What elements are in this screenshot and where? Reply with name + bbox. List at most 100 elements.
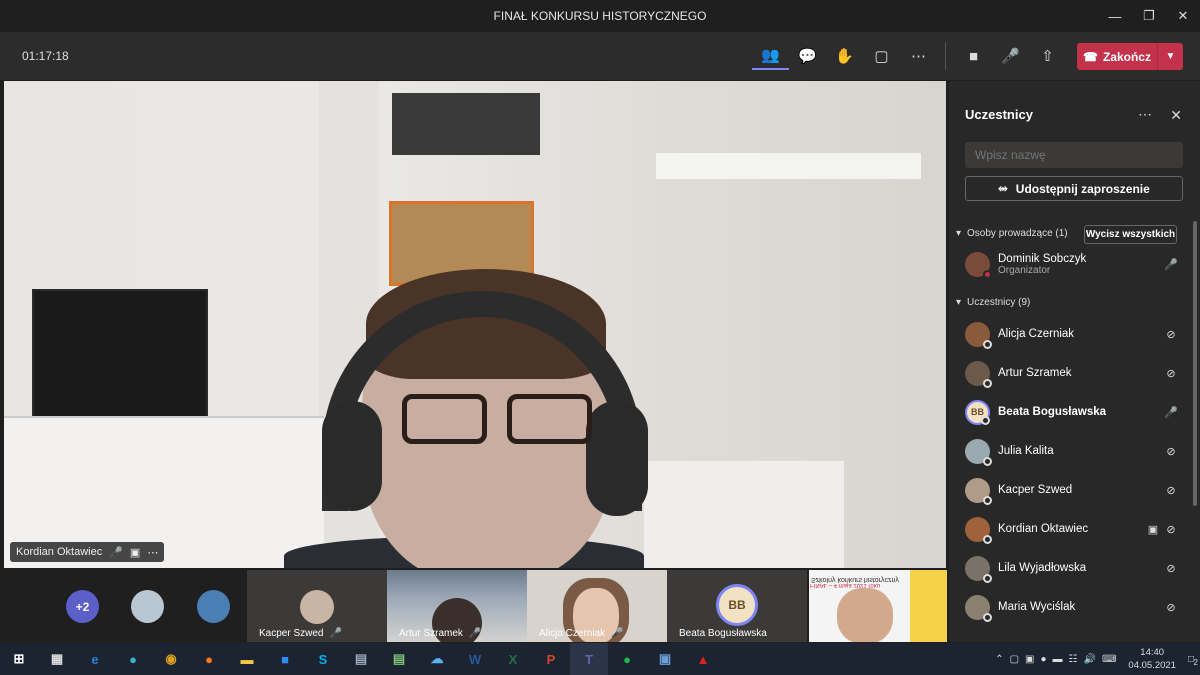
zoom-icon[interactable]: ■ (266, 643, 304, 675)
participant-name: Alicja Czerniak (998, 328, 1075, 340)
clock-date: 04.05.2021 (1128, 660, 1176, 671)
video-tile[interactable]: Artur Szramek 🎤 (387, 570, 527, 642)
avatar: BB (965, 399, 990, 425)
hangup-icon: ☎ (1083, 49, 1098, 64)
avatar (965, 251, 992, 279)
participant-name: Dominik Sobczyk (998, 252, 1087, 265)
restore-icon[interactable]: ❐ (1132, 0, 1166, 32)
status-badge (981, 415, 990, 425)
scrollbar[interactable] (1193, 221, 1197, 506)
avatar (965, 360, 992, 388)
minimize-icon[interactable]: — (1098, 0, 1132, 32)
powerpoint-icon[interactable]: P (532, 643, 570, 675)
content-share-tile[interactable]: Szkolny konkurs historyczny FINAŁ – 4 ma… (809, 570, 947, 642)
overflow-participants-button[interactable]: +2 (66, 590, 99, 623)
window-title: FINAŁ KONKURSU HISTORYCZNEGO (493, 9, 707, 23)
share-screen-icon[interactable]: ⇧ (1029, 42, 1066, 70)
task-view-icon[interactable]: ▦ (38, 643, 76, 675)
video-monitor (32, 289, 208, 421)
participant-row[interactable]: BB Beata Bogusławska 🎤 (965, 396, 1180, 428)
edge-legacy-icon[interactable]: e (76, 643, 114, 675)
app-icon[interactable]: ▣ (646, 643, 684, 675)
more-actions-icon[interactable]: ⋯ (900, 42, 937, 70)
participant-name: Artur Szramek (998, 367, 1072, 379)
close-icon[interactable]: ✕ (1166, 0, 1200, 32)
clock[interactable]: 14:40 04.05.2021 (1128, 646, 1176, 672)
tray-app-icon[interactable]: ▣ (1025, 654, 1034, 665)
network-icon[interactable]: ☷ (1069, 654, 1078, 665)
participants-panel: Uczestnicy ⋯ ✕ ⥈ Udostępnij zaproszenie … (949, 81, 1200, 642)
microphone-icon[interactable]: 🎤 (992, 42, 1029, 70)
notepad-icon[interactable]: ▤ (342, 643, 380, 675)
notifications-icon[interactable]: □ 2 (1188, 654, 1198, 667)
more-options-icon[interactable]: ⋯ (1138, 106, 1152, 123)
chevron-down-icon: ▾ (956, 297, 962, 308)
notes-icon[interactable]: ▤ (380, 643, 418, 675)
chat-icon[interactable]: 💬 (789, 42, 826, 70)
video-tile[interactable]: Alicja Czerniak 🎤 (527, 570, 667, 642)
participant-row[interactable]: Alicja Czerniak ⊘ (965, 318, 1180, 350)
participant-row[interactable]: Dominik Sobczyk Organizator 🎤 (965, 248, 1180, 280)
spotify-icon[interactable]: ● (608, 643, 646, 675)
panel-title: Uczestnicy (965, 107, 1033, 122)
chevron-up-icon[interactable]: ⌃ (995, 654, 1003, 665)
share-invite-label: Udostępnij zaproszenie (1015, 181, 1150, 196)
skype-icon[interactable]: S (304, 643, 342, 675)
participant-row[interactable]: Artur Szramek ⊘ (965, 357, 1180, 389)
share-invite-button[interactable]: ⥈ Udostępnij zaproszenie (965, 176, 1183, 201)
edge-icon[interactable]: ● (114, 643, 152, 675)
video-shelf (656, 153, 921, 179)
participants-icon[interactable]: 👥 (752, 42, 789, 70)
taskbar: ⊞ ▦ e ● ◉ ● ▬ ■ S ▤ ▤ ☁ W X P T ● ▣ ▲ ⌃ … (0, 643, 1200, 675)
status-badge (983, 378, 992, 388)
mic-icon: 🎤 (611, 628, 624, 639)
mic-icon: 🎤 (109, 546, 123, 559)
presenters-section-header[interactable]: ▾ Osoby prowadzące (1) (956, 228, 1068, 239)
rooms-icon[interactable]: ▢ (863, 42, 900, 70)
participant-row[interactable]: Lila Wyjadłowska ⊘ (965, 552, 1180, 584)
avatar (965, 594, 992, 622)
mic-icon: 🎤 (329, 628, 342, 639)
leave-button[interactable]: ☎ Zakończ ▼ (1077, 43, 1183, 70)
mute-all-button[interactable]: Wycisz wszystkich (1084, 225, 1177, 244)
meeting-timer: 01:17:18 (22, 49, 69, 63)
video-tile[interactable]: Kacper Szwed 🎤 (247, 570, 387, 642)
notification-count: 2 (1193, 657, 1198, 667)
participant-row[interactable]: Julia Kalita ⊘ (965, 435, 1180, 467)
tray-app-icon[interactable]: ● (1041, 654, 1047, 665)
status-badge (983, 534, 992, 544)
video-tile[interactable]: BB Beata Bogusławska (667, 570, 807, 642)
tray-app-icon[interactable]: ▢ (1010, 654, 1019, 665)
chevron-down-icon[interactable]: ▼ (1157, 43, 1183, 70)
avatar (965, 516, 992, 544)
mic-muted-icon: ⊘ (1166, 601, 1176, 614)
more-icon[interactable]: ⋯ (147, 546, 158, 559)
participant-row[interactable]: Maria Wyciślak ⊘ (965, 591, 1180, 623)
chevron-down-icon: ▾ (956, 228, 962, 239)
share-icon: ▣ (129, 546, 141, 559)
participant-avatar[interactable] (131, 590, 164, 623)
participant-row[interactable]: Kacper Szwed ⊘ (965, 474, 1180, 506)
firefox-icon[interactable]: ● (190, 643, 228, 675)
pdf-reader-icon[interactable]: ▲ (684, 643, 722, 675)
camera-icon[interactable]: ■ (955, 42, 992, 70)
start-icon[interactable]: ⊞ (0, 643, 38, 675)
participant-row[interactable]: Kordian Oktawiec ▣ ⊘ (965, 513, 1180, 545)
participant-avatar[interactable] (197, 590, 230, 623)
word-icon[interactable]: W (456, 643, 494, 675)
excel-icon[interactable]: X (494, 643, 532, 675)
tile-label: Artur Szramek 🎤 (399, 628, 481, 639)
search-input[interactable] (965, 142, 1183, 168)
reactions-icon[interactable]: ✋ (826, 42, 863, 70)
battery-icon[interactable]: ▬ (1053, 654, 1063, 665)
volume-icon[interactable]: 🔊 (1084, 654, 1096, 665)
attendees-section-header[interactable]: ▾ Uczestnicy (9) (956, 297, 1030, 308)
cloud-icon[interactable]: ☁ (418, 643, 456, 675)
close-panel-icon[interactable]: ✕ (1170, 107, 1182, 124)
file-explorer-icon[interactable]: ▬ (228, 643, 266, 675)
keyboard-icon[interactable]: ⌨ (1102, 654, 1116, 665)
chrome-icon[interactable]: ◉ (152, 643, 190, 675)
teams-icon[interactable]: T (570, 643, 608, 675)
leave-label: Zakończ (1102, 49, 1151, 64)
share-icon: ⥈ (998, 181, 1008, 195)
